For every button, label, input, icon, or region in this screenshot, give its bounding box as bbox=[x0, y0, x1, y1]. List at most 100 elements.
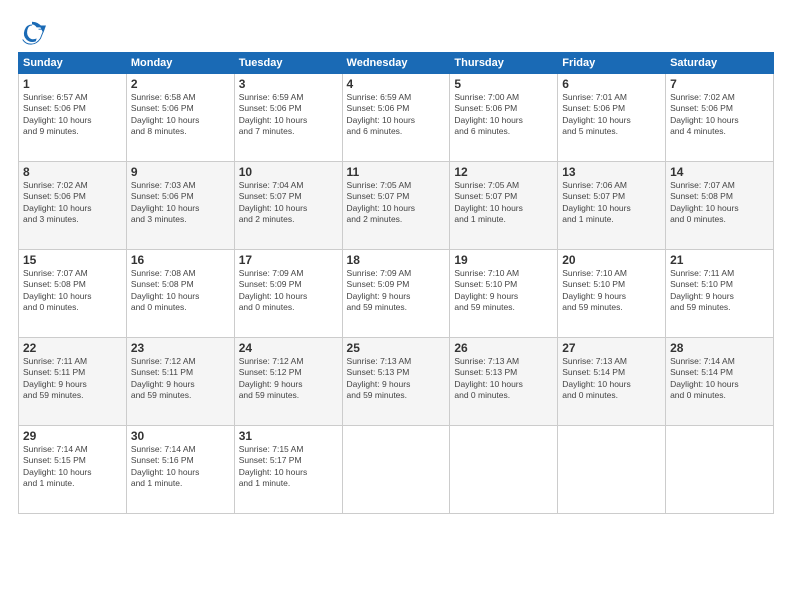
calendar-day-cell: 25Sunrise: 7:13 AM Sunset: 5:13 PM Dayli… bbox=[342, 338, 450, 426]
calendar-day-cell: 18Sunrise: 7:09 AM Sunset: 5:09 PM Dayli… bbox=[342, 250, 450, 338]
calendar-day-cell: 13Sunrise: 7:06 AM Sunset: 5:07 PM Dayli… bbox=[558, 162, 666, 250]
day-number: 30 bbox=[131, 429, 230, 443]
weekday-header-tuesday: Tuesday bbox=[234, 53, 342, 74]
day-info: Sunrise: 7:09 AM Sunset: 5:09 PM Dayligh… bbox=[239, 268, 338, 314]
header bbox=[18, 18, 774, 46]
day-info: Sunrise: 7:10 AM Sunset: 5:10 PM Dayligh… bbox=[562, 268, 661, 314]
day-number: 3 bbox=[239, 77, 338, 91]
calendar-day-cell bbox=[450, 426, 558, 514]
calendar-week-row: 15Sunrise: 7:07 AM Sunset: 5:08 PM Dayli… bbox=[19, 250, 774, 338]
calendar-body: 1Sunrise: 6:57 AM Sunset: 5:06 PM Daylig… bbox=[19, 74, 774, 514]
day-info: Sunrise: 7:11 AM Sunset: 5:10 PM Dayligh… bbox=[670, 268, 769, 314]
calendar-day-cell: 17Sunrise: 7:09 AM Sunset: 5:09 PM Dayli… bbox=[234, 250, 342, 338]
day-info: Sunrise: 7:05 AM Sunset: 5:07 PM Dayligh… bbox=[454, 180, 553, 226]
calendar-day-cell: 16Sunrise: 7:08 AM Sunset: 5:08 PM Dayli… bbox=[126, 250, 234, 338]
day-info: Sunrise: 6:59 AM Sunset: 5:06 PM Dayligh… bbox=[239, 92, 338, 138]
calendar-day-cell: 29Sunrise: 7:14 AM Sunset: 5:15 PM Dayli… bbox=[19, 426, 127, 514]
calendar-day-cell: 19Sunrise: 7:10 AM Sunset: 5:10 PM Dayli… bbox=[450, 250, 558, 338]
logo-icon bbox=[18, 18, 46, 46]
calendar-day-cell bbox=[558, 426, 666, 514]
calendar-day-cell: 20Sunrise: 7:10 AM Sunset: 5:10 PM Dayli… bbox=[558, 250, 666, 338]
calendar-day-cell: 12Sunrise: 7:05 AM Sunset: 5:07 PM Dayli… bbox=[450, 162, 558, 250]
calendar-day-cell: 8Sunrise: 7:02 AM Sunset: 5:06 PM Daylig… bbox=[19, 162, 127, 250]
day-info: Sunrise: 6:57 AM Sunset: 5:06 PM Dayligh… bbox=[23, 92, 122, 138]
day-info: Sunrise: 6:59 AM Sunset: 5:06 PM Dayligh… bbox=[347, 92, 446, 138]
day-number: 14 bbox=[670, 165, 769, 179]
day-info: Sunrise: 7:14 AM Sunset: 5:15 PM Dayligh… bbox=[23, 444, 122, 490]
day-number: 31 bbox=[239, 429, 338, 443]
day-info: Sunrise: 7:12 AM Sunset: 5:11 PM Dayligh… bbox=[131, 356, 230, 402]
calendar-day-cell: 10Sunrise: 7:04 AM Sunset: 5:07 PM Dayli… bbox=[234, 162, 342, 250]
day-info: Sunrise: 7:07 AM Sunset: 5:08 PM Dayligh… bbox=[670, 180, 769, 226]
calendar-day-cell: 28Sunrise: 7:14 AM Sunset: 5:14 PM Dayli… bbox=[666, 338, 774, 426]
calendar-day-cell: 23Sunrise: 7:12 AM Sunset: 5:11 PM Dayli… bbox=[126, 338, 234, 426]
day-info: Sunrise: 7:08 AM Sunset: 5:08 PM Dayligh… bbox=[131, 268, 230, 314]
calendar-day-cell: 11Sunrise: 7:05 AM Sunset: 5:07 PM Dayli… bbox=[342, 162, 450, 250]
day-number: 2 bbox=[131, 77, 230, 91]
day-number: 7 bbox=[670, 77, 769, 91]
day-info: Sunrise: 7:12 AM Sunset: 5:12 PM Dayligh… bbox=[239, 356, 338, 402]
calendar-day-cell: 4Sunrise: 6:59 AM Sunset: 5:06 PM Daylig… bbox=[342, 74, 450, 162]
day-info: Sunrise: 7:15 AM Sunset: 5:17 PM Dayligh… bbox=[239, 444, 338, 490]
calendar-day-cell: 5Sunrise: 7:00 AM Sunset: 5:06 PM Daylig… bbox=[450, 74, 558, 162]
day-info: Sunrise: 7:14 AM Sunset: 5:16 PM Dayligh… bbox=[131, 444, 230, 490]
day-info: Sunrise: 7:13 AM Sunset: 5:13 PM Dayligh… bbox=[347, 356, 446, 402]
day-info: Sunrise: 7:02 AM Sunset: 5:06 PM Dayligh… bbox=[670, 92, 769, 138]
day-number: 10 bbox=[239, 165, 338, 179]
calendar-day-cell: 14Sunrise: 7:07 AM Sunset: 5:08 PM Dayli… bbox=[666, 162, 774, 250]
day-number: 22 bbox=[23, 341, 122, 355]
calendar-day-cell: 22Sunrise: 7:11 AM Sunset: 5:11 PM Dayli… bbox=[19, 338, 127, 426]
day-number: 28 bbox=[670, 341, 769, 355]
day-number: 25 bbox=[347, 341, 446, 355]
calendar-week-row: 1Sunrise: 6:57 AM Sunset: 5:06 PM Daylig… bbox=[19, 74, 774, 162]
day-number: 9 bbox=[131, 165, 230, 179]
day-info: Sunrise: 7:10 AM Sunset: 5:10 PM Dayligh… bbox=[454, 268, 553, 314]
calendar-week-row: 29Sunrise: 7:14 AM Sunset: 5:15 PM Dayli… bbox=[19, 426, 774, 514]
weekday-header-row: SundayMondayTuesdayWednesdayThursdayFrid… bbox=[19, 53, 774, 74]
day-info: Sunrise: 7:11 AM Sunset: 5:11 PM Dayligh… bbox=[23, 356, 122, 402]
day-number: 27 bbox=[562, 341, 661, 355]
day-info: Sunrise: 7:05 AM Sunset: 5:07 PM Dayligh… bbox=[347, 180, 446, 226]
day-number: 8 bbox=[23, 165, 122, 179]
calendar-day-cell: 24Sunrise: 7:12 AM Sunset: 5:12 PM Dayli… bbox=[234, 338, 342, 426]
day-number: 18 bbox=[347, 253, 446, 267]
day-info: Sunrise: 7:09 AM Sunset: 5:09 PM Dayligh… bbox=[347, 268, 446, 314]
day-number: 24 bbox=[239, 341, 338, 355]
weekday-header-saturday: Saturday bbox=[666, 53, 774, 74]
weekday-header-monday: Monday bbox=[126, 53, 234, 74]
day-number: 1 bbox=[23, 77, 122, 91]
day-info: Sunrise: 7:03 AM Sunset: 5:06 PM Dayligh… bbox=[131, 180, 230, 226]
calendar-day-cell: 31Sunrise: 7:15 AM Sunset: 5:17 PM Dayli… bbox=[234, 426, 342, 514]
day-number: 29 bbox=[23, 429, 122, 443]
calendar-day-cell: 21Sunrise: 7:11 AM Sunset: 5:10 PM Dayli… bbox=[666, 250, 774, 338]
day-info: Sunrise: 7:01 AM Sunset: 5:06 PM Dayligh… bbox=[562, 92, 661, 138]
weekday-header-wednesday: Wednesday bbox=[342, 53, 450, 74]
calendar-table: SundayMondayTuesdayWednesdayThursdayFrid… bbox=[18, 52, 774, 514]
calendar-day-cell: 1Sunrise: 6:57 AM Sunset: 5:06 PM Daylig… bbox=[19, 74, 127, 162]
day-number: 4 bbox=[347, 77, 446, 91]
day-info: Sunrise: 7:02 AM Sunset: 5:06 PM Dayligh… bbox=[23, 180, 122, 226]
day-number: 21 bbox=[670, 253, 769, 267]
day-info: Sunrise: 7:13 AM Sunset: 5:14 PM Dayligh… bbox=[562, 356, 661, 402]
calendar-header: SundayMondayTuesdayWednesdayThursdayFrid… bbox=[19, 53, 774, 74]
day-number: 20 bbox=[562, 253, 661, 267]
weekday-header-thursday: Thursday bbox=[450, 53, 558, 74]
calendar-day-cell: 15Sunrise: 7:07 AM Sunset: 5:08 PM Dayli… bbox=[19, 250, 127, 338]
day-info: Sunrise: 7:14 AM Sunset: 5:14 PM Dayligh… bbox=[670, 356, 769, 402]
day-number: 13 bbox=[562, 165, 661, 179]
day-number: 26 bbox=[454, 341, 553, 355]
day-info: Sunrise: 7:07 AM Sunset: 5:08 PM Dayligh… bbox=[23, 268, 122, 314]
day-number: 5 bbox=[454, 77, 553, 91]
calendar-week-row: 8Sunrise: 7:02 AM Sunset: 5:06 PM Daylig… bbox=[19, 162, 774, 250]
calendar-week-row: 22Sunrise: 7:11 AM Sunset: 5:11 PM Dayli… bbox=[19, 338, 774, 426]
day-number: 23 bbox=[131, 341, 230, 355]
calendar-day-cell bbox=[342, 426, 450, 514]
calendar-day-cell bbox=[666, 426, 774, 514]
day-info: Sunrise: 7:06 AM Sunset: 5:07 PM Dayligh… bbox=[562, 180, 661, 226]
calendar-day-cell: 3Sunrise: 6:59 AM Sunset: 5:06 PM Daylig… bbox=[234, 74, 342, 162]
day-number: 19 bbox=[454, 253, 553, 267]
weekday-header-friday: Friday bbox=[558, 53, 666, 74]
calendar-day-cell: 2Sunrise: 6:58 AM Sunset: 5:06 PM Daylig… bbox=[126, 74, 234, 162]
calendar-day-cell: 6Sunrise: 7:01 AM Sunset: 5:06 PM Daylig… bbox=[558, 74, 666, 162]
day-number: 6 bbox=[562, 77, 661, 91]
